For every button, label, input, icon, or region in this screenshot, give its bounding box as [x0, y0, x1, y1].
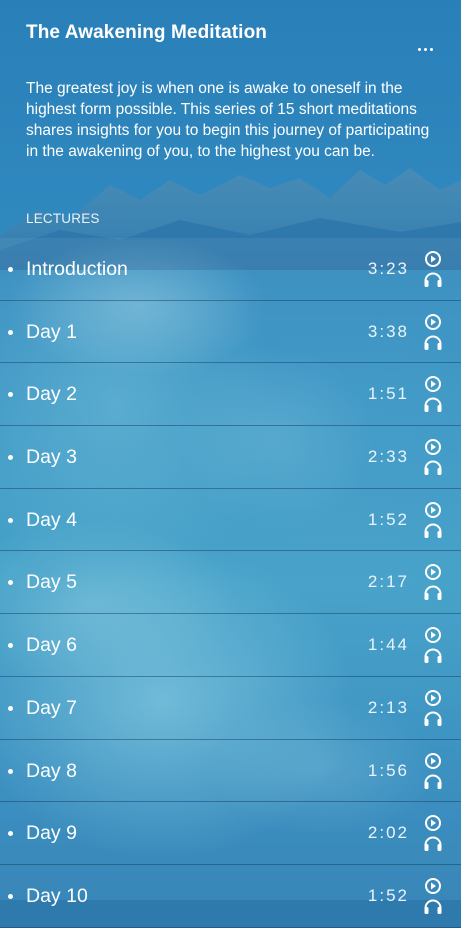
lecture-duration: 2:02 [367, 823, 409, 843]
lecture-duration: 1:44 [367, 635, 409, 655]
bullet-icon [8, 893, 13, 899]
lecture-title: Day 10 [26, 884, 88, 907]
lecture-row[interactable]: Day 5 2:17 [0, 551, 461, 615]
lecture-duration: 3:38 [367, 321, 409, 341]
lecture-duration: 1:51 [367, 384, 409, 404]
course-header: The Awakening Meditation The greatest jo… [0, 0, 461, 238]
bullet-icon [8, 768, 13, 774]
bullet-icon [8, 580, 13, 586]
lecture-row[interactable]: Day 8 1:56 [0, 740, 461, 803]
bullet-icon [8, 643, 13, 649]
play-listen-icon[interactable] [422, 626, 444, 666]
lecture-row[interactable]: Day 10 1:52 [0, 865, 461, 928]
play-listen-icon[interactable] [422, 250, 444, 290]
lecture-title: Day 6 [26, 634, 77, 657]
bullet-icon [8, 392, 13, 398]
lecture-row[interactable]: Day 6 1:44 [0, 614, 461, 677]
lecture-title: Day 7 [26, 696, 77, 719]
play-listen-icon[interactable] [422, 877, 444, 917]
play-listen-icon[interactable] [422, 313, 444, 353]
lecture-duration: 1:52 [367, 885, 409, 905]
course-description: The greatest joy is when one is awake to… [26, 80, 430, 160]
bullet-icon [8, 329, 13, 335]
play-listen-icon[interactable] [422, 375, 444, 415]
play-listen-icon[interactable] [422, 752, 444, 792]
lecture-title: Day 2 [26, 383, 77, 406]
lecture-list: Introduction 3:23 Day 1 3:38 Day 2 1:51 Day 3 2… [0, 238, 461, 928]
play-listen-icon[interactable] [422, 501, 444, 541]
play-listen-icon[interactable] [422, 689, 444, 729]
lecture-duration: 1:56 [367, 760, 409, 780]
lecture-title: Day 8 [26, 759, 77, 782]
lecture-row[interactable]: Day 1 3:38 [0, 301, 461, 364]
play-listen-icon[interactable] [422, 563, 444, 603]
lecture-duration: 2:33 [367, 447, 409, 467]
lecture-duration: 2:13 [367, 697, 409, 717]
lecture-duration: 3:23 [367, 259, 409, 278]
lecture-title: Day 4 [26, 508, 77, 531]
lecture-row[interactable]: Day 2 1:51 [0, 363, 461, 427]
bullet-icon [8, 517, 13, 523]
lecture-title: Day 3 [26, 446, 77, 469]
lecture-row[interactable]: Introduction 3:23 [0, 238, 461, 301]
bullet-icon [8, 705, 13, 711]
lecture-title: Introduction [26, 258, 128, 280]
lecture-duration: 2:17 [367, 572, 409, 592]
lecture-row[interactable]: Day 7 2:13 [0, 677, 461, 740]
lecture-row[interactable]: Day 9 2:02 [0, 802, 461, 865]
page-title: The Awakening Meditation [26, 22, 267, 43]
section-label: LECTURES [26, 211, 100, 226]
bullet-icon [8, 267, 13, 272]
lecture-row[interactable]: Day 3 2:33 [0, 426, 461, 489]
play-listen-icon[interactable] [422, 438, 444, 478]
bullet-icon [8, 455, 13, 461]
lecture-row[interactable]: Day 4 1:52 [0, 489, 461, 552]
lecture-duration: 1:52 [367, 509, 409, 529]
play-listen-icon[interactable] [422, 814, 444, 854]
more-options-icon[interactable] [418, 44, 438, 54]
lecture-title: Day 9 [26, 822, 77, 845]
bullet-icon [8, 831, 13, 837]
lecture-title: Day 1 [26, 320, 77, 343]
lecture-title: Day 5 [26, 571, 77, 594]
